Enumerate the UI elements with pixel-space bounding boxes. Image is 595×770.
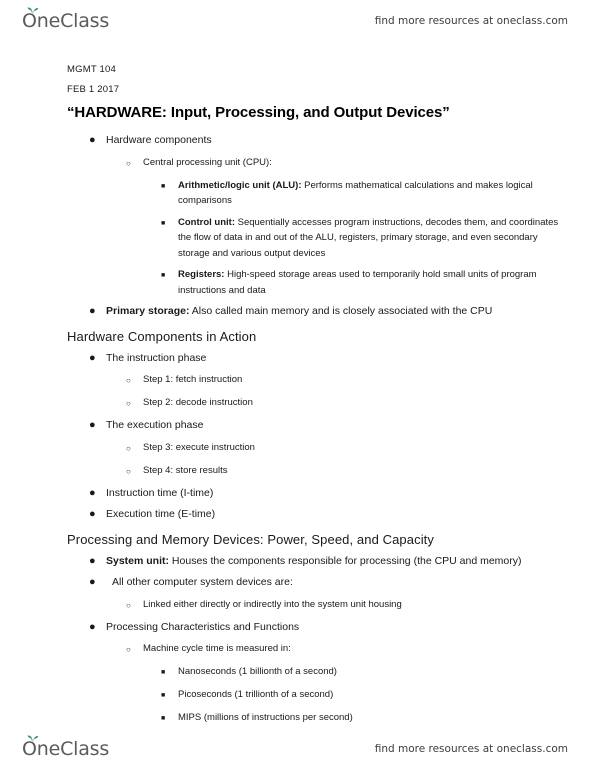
outline-item-text: Execution time (E-time) <box>106 508 216 520</box>
circle-bullet-icon: ○ <box>126 399 131 408</box>
outline-item-definition: Houses the components responsible for pr… <box>169 554 522 567</box>
disc-bullet-icon: ● <box>89 554 96 567</box>
outline-item-text: Step 2: decode instruction <box>143 397 253 408</box>
section-heading: Processing and Memory Devices: Power, Sp… <box>67 531 434 547</box>
square-bullet-icon: ■ <box>161 272 166 279</box>
oneclass-logo-header[interactable]: OneClass <box>22 7 110 32</box>
outline-item-level-1: ● Instruction time (I-time) <box>67 486 567 502</box>
outline-item-definition: Sequentially accesses program instructio… <box>178 216 559 259</box>
document-body: MGMT 104 FEB 1 2017 “HARDWARE: Input, Pr… <box>67 64 567 733</box>
section-heading: Hardware Components in Action <box>67 328 257 344</box>
outline-item-text: Instruction time (I-time) <box>106 486 214 499</box>
outline-item-term: System unit: <box>106 554 170 567</box>
outline-item-text: Step 1: fetch instruction <box>143 374 243 385</box>
header-promo-text: find more resources at oneclass.com <box>374 15 568 27</box>
course-code: MGMT 104 <box>67 64 116 75</box>
outline-item-level-1: ● Processing Characteristics and Function… <box>67 620 567 636</box>
outline-item-level-1: ● Hardware components <box>67 133 567 149</box>
square-bullet-icon: ■ <box>161 669 166 676</box>
outline-item-level-2: ○ Machine cycle time is measured in: <box>67 641 567 658</box>
outline-item-text: System unit: Houses the components respo… <box>106 554 567 570</box>
disc-bullet-icon: ● <box>89 508 96 520</box>
outline-item-text: Arithmetic/logic unit (ALU): Performs ma… <box>178 178 567 209</box>
outline-item-text: Nanoseconds (1 billionth of a second) <box>178 666 337 677</box>
outline-item-text: Picoseconds (1 trillionth of a second) <box>178 689 334 700</box>
page-header: OneClass find more resources at oneclass… <box>0 0 595 42</box>
logo-wordmark-header: OneClass <box>22 9 110 32</box>
outline-item-term: Primary storage: <box>106 305 190 317</box>
document-page: OneClass find more resources at oneclass… <box>0 0 595 770</box>
circle-bullet-icon: ○ <box>126 645 131 654</box>
circle-bullet-icon: ○ <box>126 600 131 610</box>
outline-item-term: Registers: <box>178 269 225 280</box>
square-bullet-icon: ■ <box>161 182 166 190</box>
outline-item-term: Control unit: <box>178 216 235 228</box>
outline-item-level-1: ● All other computer system devices are: <box>67 575 567 591</box>
outline-item-text: The instruction phase <box>106 351 207 364</box>
page-title: “HARDWARE: Input, Processing, and Output… <box>67 104 450 121</box>
outline-item-level-2: ○ Step 4: store results <box>67 463 567 480</box>
outline-item-text: Step 4: store results <box>143 464 228 476</box>
square-bullet-icon: ■ <box>161 692 166 699</box>
square-bullet-icon: ■ <box>161 715 166 722</box>
outline-item-level-1: ● The execution phase <box>67 418 567 434</box>
circle-bullet-icon: ○ <box>126 158 131 168</box>
page-footer: OneClass find more resources at oneclass… <box>0 728 595 770</box>
disc-bullet-icon: ● <box>89 576 96 588</box>
lecture-date: FEB 1 2017 <box>67 84 120 95</box>
outline-item-text: Processing Characteristics and Functions <box>106 620 300 633</box>
outline-item-term: Arithmetic/logic unit (ALU): <box>178 179 302 191</box>
outline-item-level-2: ○ Central processing unit (CPU): <box>67 155 567 172</box>
outline-item-text: Machine cycle time is measured in: <box>143 643 291 654</box>
disc-bullet-icon: ● <box>89 486 96 499</box>
disc-bullet-icon: ● <box>89 305 96 317</box>
sprout-icon <box>27 735 39 742</box>
outline-item-text: The execution phase <box>106 419 204 431</box>
outline-item-text: Hardware components <box>106 134 212 146</box>
outline-item-level-1: ● Primary storage: Also called main memor… <box>67 304 567 320</box>
outline-item-level-2: ○ Step 3: execute instruction <box>67 440 567 457</box>
logo-wordmark-footer: OneClass <box>22 737 110 760</box>
disc-bullet-icon: ● <box>89 620 96 633</box>
outline-item-level-1: ● System unit: Houses the components resp… <box>67 554 567 570</box>
outline-item-text: Central processing unit (CPU): <box>143 156 272 168</box>
outline-item-level-2: ○ Step 2: decode instruction <box>67 395 567 412</box>
outline-item-definition: High-speed storage areas used to tempora… <box>178 269 537 296</box>
square-bullet-icon: ■ <box>161 219 166 227</box>
outline-item-text: Registers: High-speed storage areas used… <box>178 267 567 298</box>
sprout-icon <box>27 7 39 14</box>
outline-item-level-3: ■ Control unit: Sequentially accesses pro… <box>67 215 567 262</box>
outline-item-level-1: ● The instruction phase <box>67 351 567 367</box>
disc-bullet-icon: ● <box>89 419 96 431</box>
outline-item-text: Linked either directly or indirectly int… <box>143 598 402 610</box>
outline-item-level-3: ■ Arithmetic/logic unit (ALU): Performs m… <box>67 178 567 209</box>
outline-item-level-3: ■ Nanoseconds (1 billionth of a second) <box>67 664 567 681</box>
outline-item-text: Primary storage: Also called main memory… <box>106 304 567 320</box>
outline-item-text: Step 3: execute instruction <box>143 441 255 453</box>
outline-item-level-1: ● Execution time (E-time) <box>67 507 567 523</box>
oneclass-logo-footer[interactable]: OneClass <box>22 735 110 760</box>
outline-item-text: All other computer system devices are: <box>112 576 293 588</box>
outline-item-level-3: ■ MIPS (millions of instructions per seco… <box>67 710 567 727</box>
circle-bullet-icon: ○ <box>126 466 131 476</box>
outline-item-text: MIPS (millions of instructions per secon… <box>178 712 353 723</box>
outline-item-level-3: ■ Picoseconds (1 trillionth of a second) <box>67 687 567 704</box>
outline-item-definition: Also called main memory and is closely a… <box>189 305 493 317</box>
outline-item-level-2: ○ Step 1: fetch instruction <box>67 372 567 389</box>
outline-item-text: Control unit: Sequentially accesses prog… <box>178 215 567 262</box>
circle-bullet-icon: ○ <box>126 443 131 453</box>
disc-bullet-icon: ● <box>89 134 96 146</box>
circle-bullet-icon: ○ <box>126 376 131 385</box>
footer-promo-text: find more resources at oneclass.com <box>374 743 568 755</box>
outline-item-level-3: ■ Registers: High-speed storage areas use… <box>67 267 567 298</box>
outline-root: ● Hardware components ○ Central processing … <box>67 133 567 727</box>
outline-item-level-2: ○ Linked either directly or indirectly in… <box>67 597 567 614</box>
disc-bullet-icon: ● <box>89 351 96 364</box>
